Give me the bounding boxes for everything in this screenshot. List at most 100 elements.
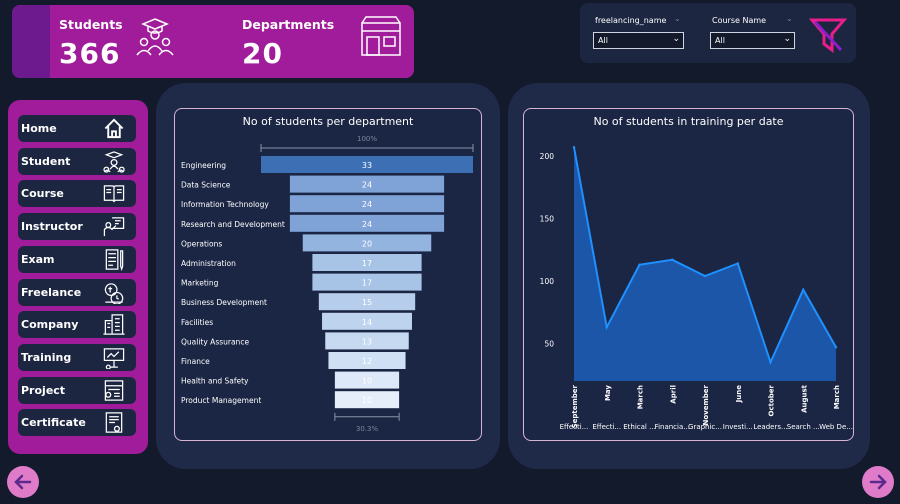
students-kpi-value: 366 xyxy=(59,37,121,70)
bar-value-label: 24 xyxy=(362,181,372,190)
bar-value-label: 14 xyxy=(362,318,372,327)
category-label: Information Technology xyxy=(181,200,269,209)
nav-item-student[interactable]: Student xyxy=(18,147,136,175)
nav-item-label: Student xyxy=(21,154,71,168)
bar-value-label: 24 xyxy=(362,200,372,209)
data-point[interactable] xyxy=(703,274,707,278)
data-point[interactable] xyxy=(834,346,838,349)
bar-value-label: 15 xyxy=(362,298,372,307)
bar-value-label: 10 xyxy=(362,396,372,405)
nav-item-instructor[interactable]: Instructor xyxy=(18,213,136,241)
category-label: Data Science xyxy=(181,181,231,190)
students-icon xyxy=(103,150,125,173)
nav-item-label: Home xyxy=(21,122,57,135)
bar-value-label: 10 xyxy=(362,377,372,386)
category-label: Engineering xyxy=(181,161,226,170)
kpi-accent-strip xyxy=(12,5,50,78)
bar-value-label: 17 xyxy=(362,279,372,288)
category-label: Business Development xyxy=(181,298,267,307)
x-group-label: Web De... xyxy=(819,423,853,431)
nav-item-certificate[interactable]: Certificate xyxy=(18,409,136,437)
freelancing-select-value: All xyxy=(598,36,608,45)
filter-panel: freelancing_name ⌄ All ⌄ Course Name ⌄ A… xyxy=(580,3,856,63)
book-icon xyxy=(103,185,125,203)
x-tick-label: August xyxy=(800,384,808,413)
nav-item-home[interactable]: Home xyxy=(18,115,136,142)
area-chart: 50 100 150 200 September May March April Novembe… xyxy=(540,146,853,431)
top-percent-label: 100% xyxy=(357,135,377,143)
bar-value-label: 24 xyxy=(362,220,372,229)
course-filter-label: Course Name xyxy=(712,16,767,25)
bar-value-label: 13 xyxy=(362,337,372,346)
course-select[interactable]: All ⌄ xyxy=(710,32,795,49)
x-tick-label: November xyxy=(702,384,710,425)
freelancing-select[interactable]: All ⌄ xyxy=(593,32,684,49)
training-chart-panel: No of students in training per date 50 10… xyxy=(508,83,870,469)
funnel-chart: 100% 33 Engineering 24 Data Science 24 Informa… xyxy=(181,135,474,433)
y-tick-label: 150 xyxy=(540,215,555,224)
nav-item-label: Exam xyxy=(21,252,55,266)
arrow-left-icon xyxy=(14,474,32,490)
nav-item-label: Freelance xyxy=(21,285,82,299)
x-group-label: Search ... xyxy=(787,423,820,431)
freelance-icon xyxy=(104,282,124,304)
nav-item-freelance[interactable]: Freelance xyxy=(18,278,136,306)
nav-item-course[interactable]: Course xyxy=(18,180,136,208)
bar-value-label: 33 xyxy=(362,161,372,170)
clear-filter-icon[interactable] xyxy=(809,16,847,54)
category-label: Operations xyxy=(181,239,222,248)
department-chart-panel: No of students per department 100% 33 Engi… xyxy=(156,83,500,469)
category-label: Product Management xyxy=(181,396,261,405)
data-point[interactable] xyxy=(605,326,608,329)
category-label: Facilities xyxy=(181,318,213,327)
x-tick-label: March xyxy=(637,385,645,409)
building-icon xyxy=(103,314,125,335)
graduates-icon xyxy=(136,18,174,56)
chevron-down-icon[interactable]: ⌄ xyxy=(674,14,681,23)
students-kpi-label: Students xyxy=(59,17,123,32)
certificate-icon xyxy=(105,412,123,434)
nav-item-exam[interactable]: Exam xyxy=(18,245,136,273)
x-group-label: Effecti... xyxy=(560,423,589,431)
project-icon xyxy=(104,379,124,401)
chevron-down-icon: ⌄ xyxy=(672,34,680,44)
next-page-button[interactable] xyxy=(862,466,894,498)
nav-item-label: Training xyxy=(21,350,72,364)
arrow-right-icon xyxy=(869,474,887,490)
x-group-label: Ethical ... xyxy=(623,423,656,431)
nav-item-label: Company xyxy=(21,318,79,332)
category-label: Health and Safety xyxy=(181,377,249,386)
data-point[interactable] xyxy=(736,262,739,265)
y-tick-label: 50 xyxy=(544,340,554,349)
departments-kpi-label: Departments xyxy=(242,17,335,32)
x-group-label: Investi... xyxy=(723,423,753,431)
department-store-icon xyxy=(361,16,401,56)
previous-page-button[interactable] xyxy=(7,466,39,498)
data-point[interactable] xyxy=(671,258,674,261)
nav-item-company[interactable]: Company xyxy=(18,311,136,339)
chart-title: No of students per department xyxy=(242,115,414,128)
x-group-label: Effecti... xyxy=(592,423,621,431)
data-point[interactable] xyxy=(769,361,772,364)
x-tick-label: June xyxy=(735,385,743,404)
nav-item-project[interactable]: Project xyxy=(18,376,136,404)
data-point[interactable] xyxy=(802,288,805,291)
nav-item-label: Instructor xyxy=(21,220,83,234)
category-label: Administration xyxy=(181,259,236,268)
nav-item-label: Course xyxy=(21,187,64,201)
nav-item-label: Certificate xyxy=(21,416,86,430)
x-tick-label: May xyxy=(604,385,612,401)
teacher-icon xyxy=(103,217,125,237)
chevron-down-icon: ⌄ xyxy=(783,34,791,44)
category-label: Marketing xyxy=(181,279,219,288)
nav-item-label: Project xyxy=(21,383,66,397)
chevron-down-icon[interactable]: ⌄ xyxy=(786,14,793,23)
data-point[interactable] xyxy=(572,146,576,149)
x-tick-label: October xyxy=(768,384,776,416)
data-point[interactable] xyxy=(638,263,641,266)
bottom-percent-label: 30.3% xyxy=(356,425,379,433)
training-icon xyxy=(103,348,125,369)
x-group-label: Leaders... xyxy=(753,423,787,431)
nav-item-training[interactable]: Training xyxy=(18,343,136,371)
chart-title: No of students in training per date xyxy=(593,115,784,128)
